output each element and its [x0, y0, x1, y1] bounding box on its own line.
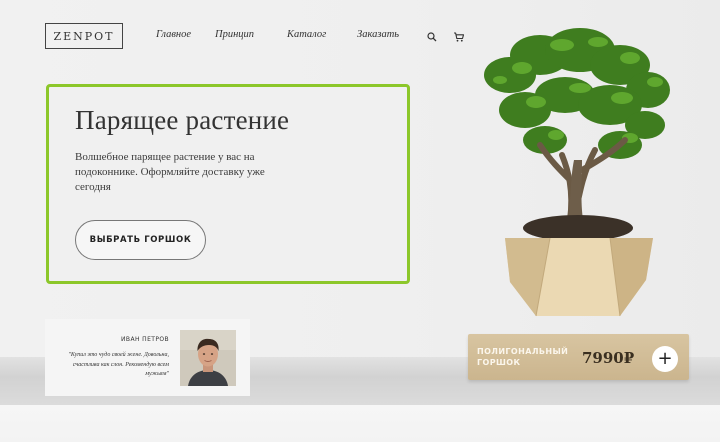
nav-link-catalog[interactable]: Каталог	[287, 29, 326, 40]
testimonial-card: ИВАН ПЕТРОВ "Купил это чудо своей жене. …	[45, 319, 250, 396]
logo[interactable]: ZENPOT	[45, 23, 123, 49]
search-icon[interactable]	[426, 28, 438, 42]
hero-card: Парящее растение Волшебное парящее расте…	[46, 84, 410, 284]
product-name: ПОЛИГОНАЛЬНЫЙ ГОРШОК	[477, 347, 569, 367]
add-to-cart-button[interactable]: +	[652, 346, 678, 372]
testimonial-quote: "Купил это чудо своей жене. Довольна, сч…	[68, 352, 169, 377]
avatar	[180, 330, 236, 386]
cart-icon[interactable]	[453, 28, 465, 42]
nav-link-main[interactable]: Главное	[156, 29, 191, 40]
product-price: 7990₽	[582, 349, 635, 367]
product-card: ПОЛИГОНАЛЬНЫЙ ГОРШОК 7990₽ +	[468, 334, 689, 380]
plus-icon: +	[657, 348, 673, 369]
shelf-shadow	[0, 405, 720, 442]
hero-title: Парящее растение	[75, 105, 290, 135]
bonsai-plant-image	[470, 20, 690, 320]
testimonial-author: ИВАН ПЕТРОВ	[121, 336, 169, 343]
hero-description: Волшебное парящее растение у вас на подо…	[75, 151, 265, 193]
choose-pot-button[interactable]: ВЫБРАТЬ ГОРШОК	[75, 220, 206, 260]
nav-link-principle[interactable]: Принцип	[215, 29, 254, 40]
nav-link-order[interactable]: Заказать	[357, 29, 399, 40]
